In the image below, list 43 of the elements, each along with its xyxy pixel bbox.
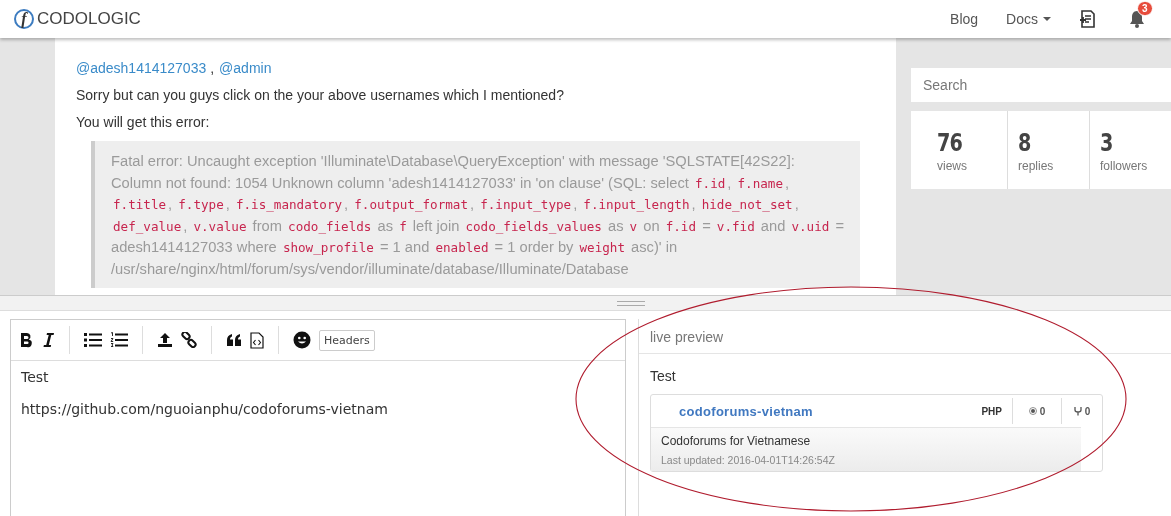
post-text: You will get this error:	[76, 114, 211, 130]
stat-label: views	[937, 159, 968, 173]
logo-icon[interactable]: f	[14, 9, 34, 29]
stat-value: 8	[1018, 129, 1032, 157]
fork-icon	[1073, 406, 1082, 416]
editor-text[interactable]: Test	[21, 369, 615, 385]
nav-link[interactable]: Blog	[950, 11, 979, 27]
stat-label: followers	[1100, 159, 1149, 173]
stat-label: replies	[1018, 159, 1055, 173]
numbered-list-icon[interactable]	[110, 332, 128, 348]
bulleted-list-icon[interactable]	[84, 332, 102, 348]
separator-text: ,	[210, 60, 215, 76]
repo-description: Codoforums for Vietnamese	[661, 434, 812, 448]
caret-icon[interactable]	[1043, 17, 1051, 21]
mention-link[interactable]: @adesh1414127033	[76, 60, 207, 76]
repo-updated-date: Last updated: 2016-04-01T14:26:54Z	[661, 454, 836, 466]
resize-handle[interactable]	[0, 296, 1171, 311]
preview-text: Test	[650, 368, 677, 384]
bold-icon[interactable]	[19, 332, 33, 348]
link-icon[interactable]	[181, 332, 197, 348]
post-text: Sorry but can you guys click on the your above usernames which I mentioned?	[76, 87, 565, 103]
editor-text[interactable]: https://github.com/nguoianphu/codoforums-vietnam	[21, 401, 615, 417]
new-post-icon[interactable]	[1079, 9, 1097, 29]
quote-icon[interactable]	[226, 333, 242, 347]
star-count-icon	[1028, 407, 1037, 415]
error-quote: Fatal error: Uncaught exception 'Illuminate\Database\QueryException' with message 'SQLSTATE[42S22]: Column not found: 1054 Unknown column 'adesh1414127033' in 'on clause' (SQL: select f.id, f.name, f.title, f.type, f.is_mandatory, f.output_format, f.input_type, f.input_length, hide_not_set, def_value, v.value from codo_fields as f left join codo_fields_values as v on f.id = v.fid and v.uid = adesh1414127033 where show_profile = 1 and enabled = 1 order by weight asc)' in /usr/share/nginx/html/forum/sys/vendor/illuminate/database/Illuminate/Database	[91, 141, 860, 288]
search-field[interactable]: Search	[911, 68, 1171, 102]
stat-value: 76	[937, 129, 964, 157]
smiley-icon[interactable]	[293, 331, 311, 349]
fork-count: 0	[1084, 405, 1091, 417]
notification-badge: 3	[1137, 1, 1153, 16]
brand-name[interactable]: CODOLOGIC	[37, 9, 141, 29]
mention-link[interactable]: @admin	[219, 60, 272, 76]
upload-icon[interactable]	[157, 332, 173, 348]
italic-icon[interactable]	[41, 332, 55, 348]
stat-value: 3	[1100, 129, 1114, 157]
repo-language: PHP	[981, 398, 1013, 424]
code-file-icon[interactable]	[250, 331, 264, 349]
nav-link[interactable]: Docs	[1006, 11, 1038, 27]
star-count: 0	[1039, 405, 1046, 417]
preview-label: live preview	[639, 329, 1171, 354]
repo-name-link[interactable]: codoforums-vietnam	[679, 403, 982, 419]
headers-button[interactable]: Headers	[319, 329, 375, 351]
